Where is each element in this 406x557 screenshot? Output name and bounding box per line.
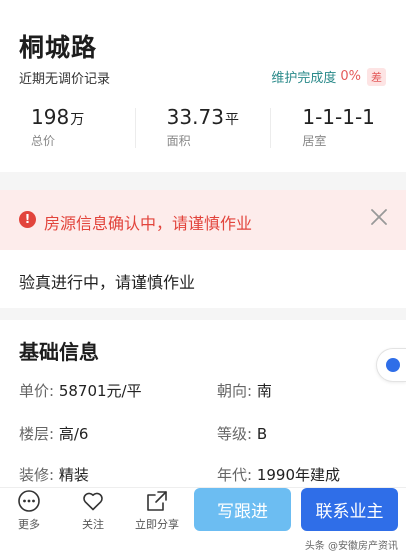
share-button[interactable]: 立即分享 (131, 488, 183, 548)
maintenance-label: 维护完成度 (271, 71, 337, 86)
heart-icon (83, 492, 103, 511)
contact-owner-button[interactable]: 联系业主 (301, 488, 398, 531)
floor-label: 楼层: (19, 425, 55, 443)
section-divider (0, 308, 406, 320)
verification-notice: 验真进行中，请谨慎作业 (0, 250, 406, 308)
maintenance-status[interactable]: 维护完成度 0% 差 (271, 67, 386, 86)
stat-unit: 万 (70, 112, 85, 128)
stat-label: 总价 (31, 134, 56, 148)
stat-value: 33.73 (166, 105, 224, 129)
verification-text: 验真进行中，请谨慎作业 (19, 273, 196, 292)
more-label: 更多 (18, 518, 40, 531)
more-button[interactable]: 更多 (3, 488, 55, 548)
section-title: 基础信息 (19, 340, 99, 364)
unit-price-value: 58701元/平 (58, 382, 142, 400)
stat-label: 面积 (166, 134, 191, 148)
unit-price-row: 单价: 58701元/平 (19, 380, 142, 401)
orientation-value: 南 (256, 382, 272, 400)
more-icon (18, 490, 40, 512)
maintenance-percent: 0% (340, 69, 361, 84)
property-stats: 198万 总价 33.73平 面积 1-1-1-1 居室 (0, 100, 406, 160)
grade-label: 等级: (217, 425, 253, 443)
follow-label: 关注 (82, 518, 104, 531)
share-icon (147, 491, 167, 511)
side-tab-icon (386, 358, 400, 372)
decor-value: 精装 (58, 466, 89, 484)
follow-button[interactable]: 关注 (67, 488, 119, 548)
grade-value: B (256, 425, 268, 443)
bottom-action-bar: 更多 关注 立即分享 写跟进 联系业主 头条 @安徽房产资讯 (0, 487, 406, 557)
section-divider (0, 172, 406, 190)
stat-value: 198 (31, 105, 70, 129)
orientation-row: 朝向: 南 (217, 380, 272, 401)
stat-unit: 平 (224, 112, 239, 128)
floating-side-tab[interactable] (376, 348, 406, 382)
floor-value: 高/6 (58, 425, 89, 443)
year-row: 年代: 1990年建成 (217, 464, 340, 485)
orientation-label: 朝向: (217, 382, 253, 400)
share-label: 立即分享 (135, 518, 179, 531)
stat-label: 居室 (302, 134, 327, 148)
stat-total-price: 198万 总价 (0, 100, 135, 160)
source-watermark: 头条 @安徽房产资讯 (304, 541, 398, 552)
property-header: 桐城路 近期无调价记录 维护完成度 0% 差 198万 总价 33.73平 面积… (0, 0, 406, 172)
unit-price-label: 单价: (19, 382, 55, 400)
close-icon[interactable] (368, 206, 390, 228)
price-history-note[interactable]: 近期无调价记录 (19, 68, 110, 87)
basic-info-section: 基础信息 单价: 58701元/平 朝向: 南 楼层: 高/6 等级: B 装修… (0, 320, 406, 487)
stat-area: 33.73平 面积 (134, 100, 271, 160)
alert-banner: ! 房源信息确认中，请谨慎作业 (0, 190, 406, 250)
floor-row: 楼层: 高/6 (19, 423, 88, 444)
stat-rooms: 1-1-1-1 居室 (270, 100, 406, 160)
decor-label: 装修: (19, 466, 55, 484)
page-title: 桐城路 (19, 33, 98, 62)
alert-circle-icon: ! (19, 211, 36, 228)
year-label: 年代: (217, 466, 253, 484)
grade-row: 等级: B (217, 423, 267, 444)
decor-row: 装修: 精装 (19, 464, 89, 485)
maintenance-badge: 差 (367, 67, 386, 86)
alert-message: 房源信息确认中，请谨慎作业 (44, 214, 253, 233)
year-value: 1990年建成 (256, 466, 341, 484)
write-follow-up-button[interactable]: 写跟进 (194, 488, 291, 531)
stat-value: 1-1-1-1 (302, 105, 375, 129)
